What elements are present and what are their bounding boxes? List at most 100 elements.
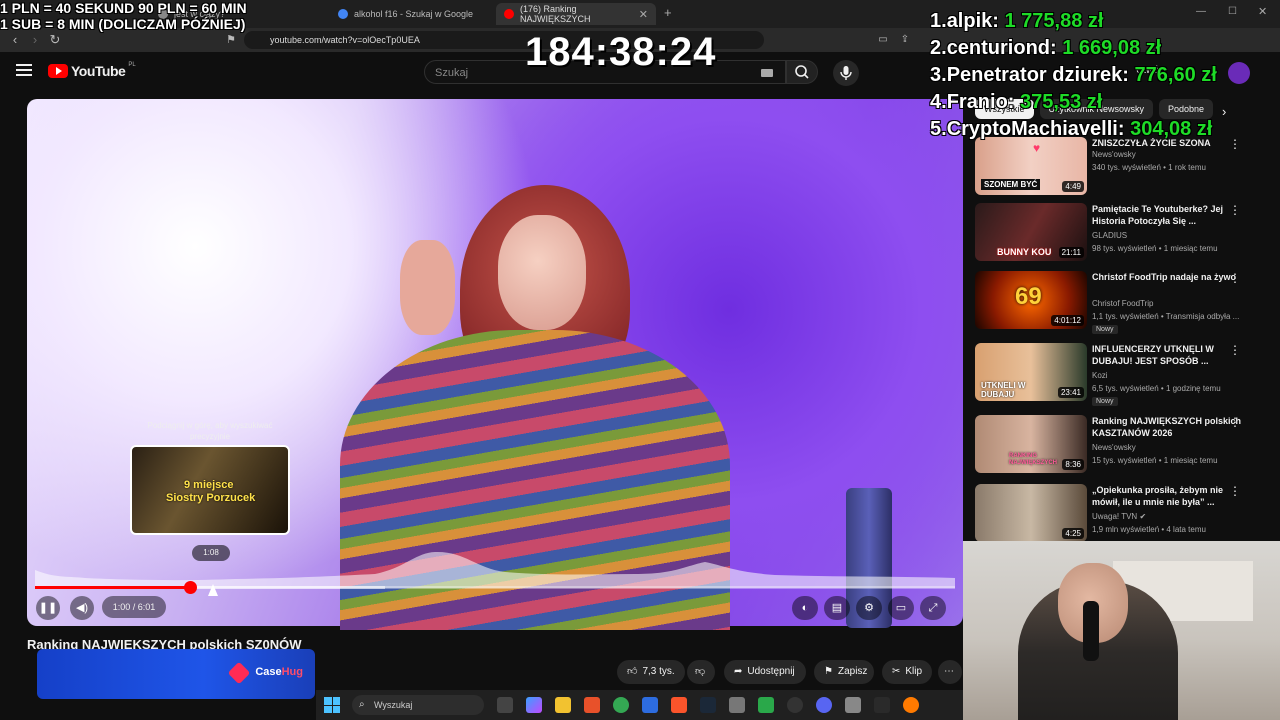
recommendation-item[interactable]: RANKING NAJWIĘKSZYCH 8:36 Ranking NAJWIĘ… [975, 415, 1265, 475]
recommendation-thumbnail: UTKNELI W DUBAJU 23:41 [975, 343, 1087, 401]
install-app-icon[interactable]: ▭ [874, 31, 892, 49]
view-meta: 1,9 mln wyświetleń • 4 lata temu [1092, 525, 1206, 534]
view-meta: 6,5 tys. wyświetleń • 1 godzinę temu [1092, 384, 1221, 393]
progress-scrubber[interactable] [183, 581, 197, 594]
logo-region: PL [128, 62, 136, 68]
clip-label: Klip [905, 666, 923, 677]
dislike-button[interactable]: 👎︎ [687, 660, 715, 684]
brave-icon-active[interactable] [671, 697, 687, 713]
channel-name: GLADIUS [1092, 231, 1128, 240]
subtitles-icon[interactable]: ▤ [824, 596, 850, 620]
recommendation-item[interactable]: UTKNELI W DUBAJU 23:41 INFLUENCERZY UTKN… [975, 343, 1265, 406]
app-icon[interactable] [874, 697, 890, 713]
discord-icon[interactable] [816, 697, 832, 713]
maximize-button[interactable]: ☐ [1228, 6, 1237, 17]
duration-badge: 23:41 [1057, 387, 1084, 398]
verified-check-icon: ✔ [1139, 512, 1147, 521]
recommendation-item[interactable]: 69 4:01:12 Christof FoodTrip nadaje na ż… [975, 271, 1265, 334]
more-vertical-icon[interactable]: ⋮ [1229, 271, 1241, 285]
search-button[interactable] [786, 60, 818, 84]
streamer-webcam [963, 541, 1280, 720]
keyboard-icon[interactable] [761, 69, 773, 77]
recommendation-item[interactable]: BUNNY KOU 21:11 Pamiętacie Te Youtuberke… [975, 203, 1265, 263]
window-close-button[interactable]: ✕ [1258, 5, 1267, 18]
save-button[interactable]: ⚑ Zapisz [814, 660, 874, 684]
brave-browser-icon[interactable] [584, 697, 600, 713]
chrome-icon[interactable] [613, 697, 629, 713]
autoplay-toggle-icon[interactable]: ◐ [792, 596, 818, 620]
bookmark-icon[interactable]: ⚑ [222, 31, 240, 49]
volume-button[interactable]: ◀) [70, 596, 94, 620]
search-placeholder: Szukaj [435, 67, 469, 79]
new-tab-button[interactable]: + [664, 5, 672, 20]
reload-icon[interactable]: ↻ [46, 31, 64, 49]
duration-badge: 4:01:12 [1051, 315, 1084, 326]
recommendation-title: Christof FoodTrip nadaje na żywo [1092, 272, 1237, 282]
task-view-icon[interactable] [497, 697, 513, 713]
avatar[interactable] [1228, 62, 1250, 84]
youtube-play-logo-icon [48, 64, 68, 78]
channel-name: Uwaga! TVN [1092, 512, 1138, 521]
youtube-logo[interactable]: YouTube PL [48, 62, 136, 79]
time-display: 1:00 / 6:01 [102, 596, 166, 618]
preview-text-line2: Siostry Porzucek [166, 492, 256, 504]
clip-button[interactable]: ✂ Klip [882, 660, 932, 684]
channel-name-row: Uwaga! TVN ✔ [1092, 512, 1146, 521]
search-icon: ⌕ [359, 699, 365, 710]
sponsor-banner[interactable]: CaseHug [37, 649, 315, 699]
share-button[interactable]: ➦ Udostępnij [724, 660, 806, 684]
channel-name: Christof FoodTrip [1092, 299, 1154, 308]
new-badge: Nowy [1092, 325, 1118, 334]
steam-icon[interactable] [700, 697, 716, 713]
taskbar-search[interactable]: ⌕ Wyszukaj [352, 695, 484, 715]
more-vertical-icon[interactable]: ⋮ [1229, 343, 1241, 357]
video-frame-hand [400, 240, 455, 335]
recommendation-thumbnail: RANKING NAJWIĘKSZYCH 8:36 [975, 415, 1087, 473]
leaderboard-row: 4.Franio: 375,53 zł [930, 91, 1103, 113]
share-page-icon[interactable]: ⇪ [896, 31, 914, 49]
player-right-controls: ◐ ▤ ⚙ ▭ ⤢ [792, 596, 952, 620]
voice-search-button[interactable] [833, 60, 859, 86]
recommendation-item[interactable]: SZONEM BYĆ ♥ 4:49 ZNISZCZYŁA ŻYCIE SZONA… [975, 137, 1265, 197]
copilot-icon[interactable] [526, 697, 542, 713]
thumbnail-text: SZONEM BYĆ [981, 179, 1041, 190]
back-icon[interactable]: ‹ [6, 31, 24, 49]
forward-icon[interactable]: › [26, 31, 44, 49]
theater-mode-icon[interactable]: ▭ [888, 596, 914, 620]
menu-icon[interactable] [16, 64, 32, 76]
firefox-icon[interactable] [903, 697, 919, 713]
like-button[interactable]: 👍︎ 7,3 tys. [617, 660, 685, 684]
obs-icon[interactable] [787, 697, 803, 713]
more-vertical-icon[interactable]: ⋮ [1229, 203, 1241, 217]
more-vertical-icon[interactable]: ⋮ [1229, 484, 1241, 498]
recommendation-thumbnail: BUNNY KOU 21:11 [975, 203, 1087, 261]
thumbnail-text: UTKNELI W DUBAJU [981, 381, 1026, 399]
fullscreen-icon[interactable]: ⤢ [920, 596, 946, 620]
recommendation-item[interactable]: 4:25 „Opiekunka prosiła, żebym nie mówił… [975, 484, 1265, 544]
heart-icon: ♥ [1033, 141, 1041, 155]
utility-app-icon[interactable] [758, 697, 774, 713]
settings-app-icon[interactable] [845, 697, 861, 713]
more-actions-button[interactable]: ⋯ [938, 660, 962, 684]
logo-wordmark: YouTube [71, 63, 126, 79]
more-vertical-icon[interactable]: ⋮ [1229, 415, 1241, 429]
recommendation-thumbnail: SZONEM BYĆ ♥ 4:49 [975, 137, 1087, 195]
seek-hint: Podciągnij w górę, aby wyszukiwać precyz… [147, 421, 273, 441]
duration-badge: 8:36 [1062, 459, 1084, 470]
pause-button[interactable]: ❚❚ [36, 596, 60, 620]
thumbs-up-icon: 👍︎ [627, 666, 638, 677]
store-icon[interactable] [642, 697, 658, 713]
settings-gear-icon[interactable]: ⚙ [856, 596, 882, 620]
url-text: youtube.com/watch?v=olOecTp0UEA [270, 35, 420, 45]
recommendation-title: „Opiekunka prosiła, żebym nie mówił, ile… [1092, 485, 1224, 507]
more-vertical-icon[interactable]: ⋮ [1229, 137, 1241, 151]
browser-tab-2[interactable]: alkohol f16 - Szukaj w Google [330, 3, 490, 25]
chips-next-chevron-icon[interactable]: › [1222, 104, 1226, 119]
recommendation-title: Ranking NAJWIĘKSZYCH polskich KASZTANÓW … [1092, 416, 1242, 438]
notepad-icon[interactable] [729, 697, 745, 713]
recommendation-title: INFLUENCERZY UTKNĘLI W DUBAJU! JEST SPOS… [1092, 344, 1214, 366]
windows-start-icon[interactable] [324, 697, 340, 713]
browser-tab-active[interactable]: (176) Ranking NAJWIĘKSZYCH ✕ [496, 3, 656, 25]
file-explorer-icon[interactable] [555, 697, 571, 713]
tab-close-icon[interactable]: ✕ [639, 8, 648, 21]
